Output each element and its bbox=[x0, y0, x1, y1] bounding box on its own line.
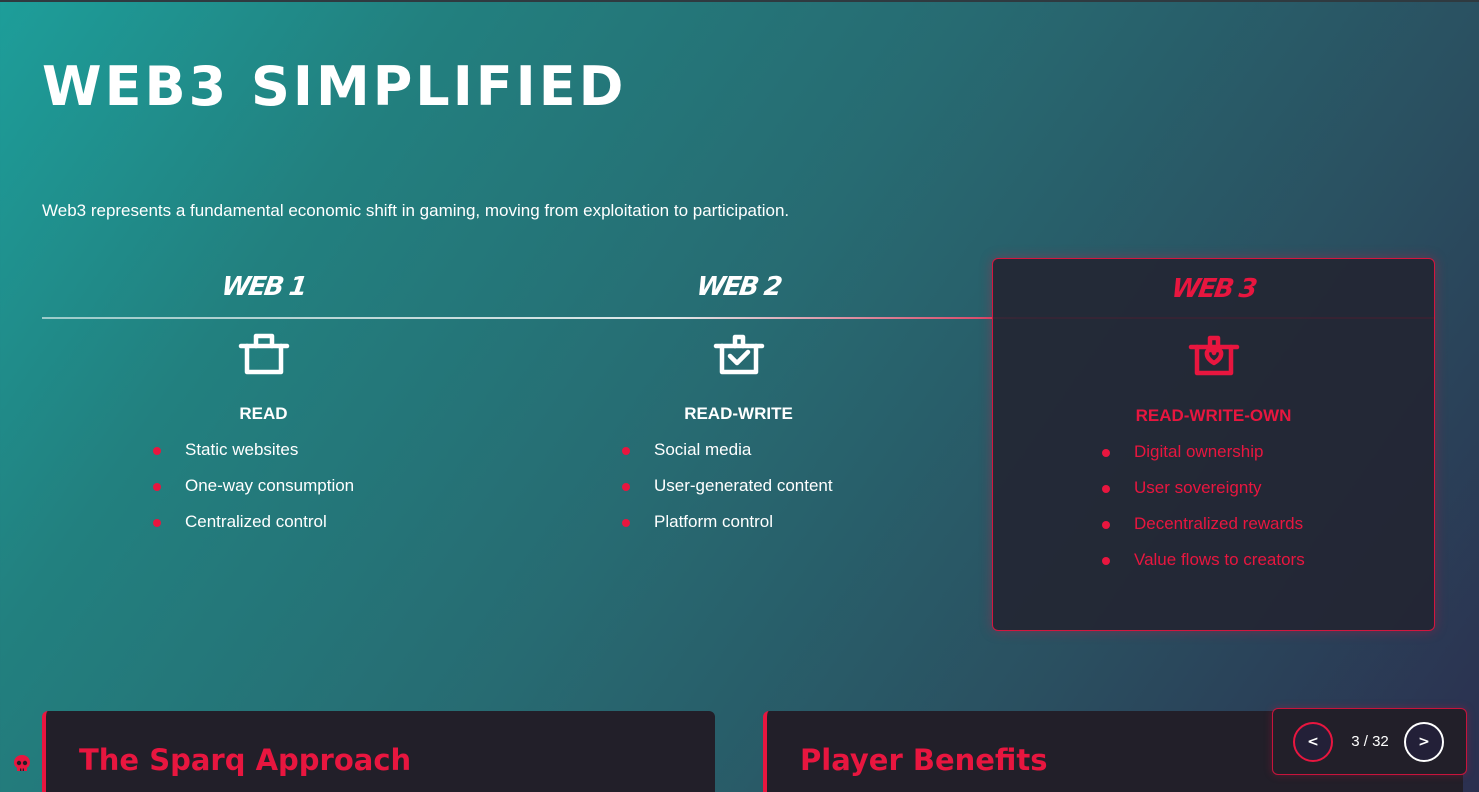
list-item: User sovereignty bbox=[1101, 478, 1305, 514]
list-item-text: Value flows to creators bbox=[1134, 550, 1305, 569]
slide-counter: 3 / 32 bbox=[1351, 733, 1389, 750]
previous-slide-button[interactable]: < bbox=[1293, 722, 1333, 762]
next-slide-button[interactable]: > bbox=[1404, 722, 1444, 762]
bullet-dot-icon bbox=[622, 447, 630, 455]
skull-icon bbox=[13, 754, 31, 774]
era-level: READ-WRITE bbox=[684, 404, 793, 423]
basket-heart-icon bbox=[1188, 333, 1240, 379]
era-level: READ-WRITE-OWN bbox=[1135, 406, 1292, 425]
list-item: Value flows to creators bbox=[1101, 550, 1305, 586]
bullet-dot-icon bbox=[153, 483, 161, 491]
bullet-dot-icon bbox=[1102, 449, 1110, 457]
era-points-list: Social media User-generated content Plat… bbox=[621, 440, 833, 548]
era-heading: WEB 3 bbox=[1169, 274, 1258, 304]
basket-check-icon bbox=[713, 332, 765, 378]
page-title: WEB3 SIMPLIFIED bbox=[42, 55, 627, 118]
list-item-text: Digital ownership bbox=[1134, 442, 1264, 461]
page-subtitle: Web3 represents a fundamental economic s… bbox=[42, 201, 790, 220]
era-column-web1: WEB 1 READ Static websites One-way consu… bbox=[42, 258, 485, 631]
bullet-dot-icon bbox=[1102, 557, 1110, 565]
era-level: READ bbox=[239, 404, 288, 423]
list-item-text: Centralized control bbox=[185, 512, 327, 531]
list-item: Static websites bbox=[152, 440, 354, 476]
era-heading: WEB 1 bbox=[219, 272, 308, 302]
bullet-dot-icon bbox=[153, 519, 161, 527]
list-item: Decentralized rewards bbox=[1101, 514, 1305, 550]
bullet-dot-icon bbox=[622, 483, 630, 491]
era-points-list: Static websites One-way consumption Cent… bbox=[152, 440, 354, 548]
list-item: Digital ownership bbox=[1101, 442, 1305, 478]
sparq-approach-card: The Sparq Approach bbox=[42, 711, 715, 792]
list-item: Platform control bbox=[621, 512, 833, 548]
basket-icon bbox=[238, 332, 290, 378]
era-heading: WEB 2 bbox=[694, 272, 783, 302]
list-item: User-generated content bbox=[621, 476, 833, 512]
list-item-text: User-generated content bbox=[654, 476, 833, 495]
bullet-dot-icon bbox=[153, 447, 161, 455]
list-item-text: Social media bbox=[654, 440, 752, 459]
card-title: The Sparq Approach bbox=[79, 743, 412, 777]
list-item-text: Decentralized rewards bbox=[1134, 514, 1304, 533]
bullet-dot-icon bbox=[622, 519, 630, 527]
list-item: Centralized control bbox=[152, 512, 354, 548]
list-item-text: One-way consumption bbox=[185, 476, 355, 495]
card-title: Player Benefits bbox=[800, 743, 1048, 777]
list-item: One-way consumption bbox=[152, 476, 354, 512]
list-item-text: Platform control bbox=[654, 512, 774, 531]
top-border bbox=[0, 0, 1479, 2]
bullet-dot-icon bbox=[1102, 485, 1110, 493]
list-item-text: User sovereignty bbox=[1134, 478, 1262, 497]
bullet-dot-icon bbox=[1102, 521, 1110, 529]
era-points-list: Digital ownership User sovereignty Decen… bbox=[1101, 442, 1305, 586]
list-item-text: Static websites bbox=[185, 440, 299, 459]
list-item: Social media bbox=[621, 440, 833, 476]
slide-pager: < 3 / 32 > bbox=[1272, 708, 1467, 775]
era-column-web2: WEB 2 READ-WRITE Social media User-gener… bbox=[517, 258, 960, 631]
era-column-web3: WEB 3 READ-WRITE-OWN Digital ownership U… bbox=[992, 258, 1435, 631]
